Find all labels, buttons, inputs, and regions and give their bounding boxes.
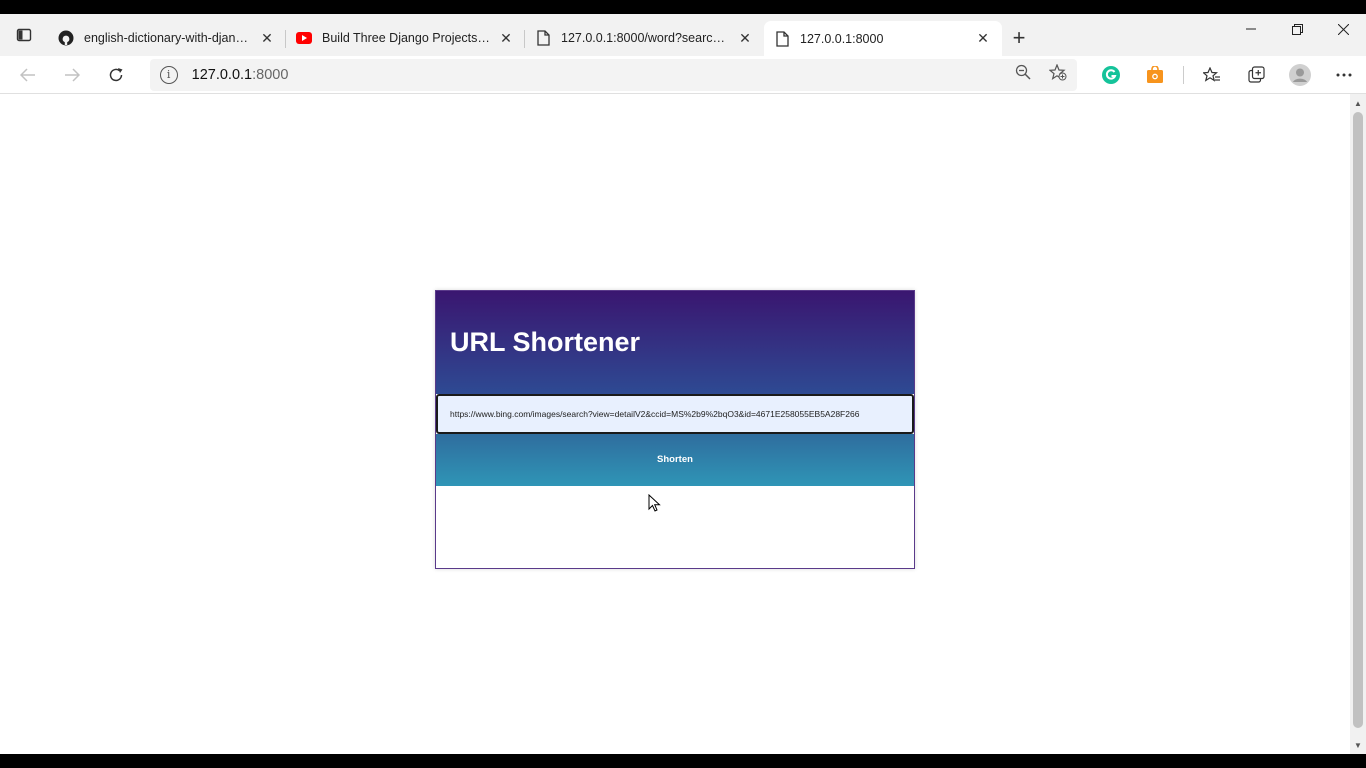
mouse-cursor-icon <box>648 494 661 512</box>
close-tab-icon[interactable]: ✕ <box>974 30 992 47</box>
back-button[interactable] <box>6 59 50 91</box>
tab-github[interactable]: english-dictionary-with-django/c ✕ <box>48 21 286 55</box>
back-arrow-icon <box>19 67 35 82</box>
url-port: :8000 <box>252 66 289 83</box>
browser-window: english-dictionary-with-django/c ✕ Build… <box>0 14 1366 754</box>
favorites-icon <box>1203 66 1220 82</box>
address-url[interactable]: 127.0.0.1:8000 <box>192 67 289 83</box>
page-content: URL Shortener Shorten <box>0 94 1350 754</box>
shopping-extension-button[interactable] <box>1133 59 1177 91</box>
scroll-up-icon[interactable]: ▲ <box>1350 96 1366 110</box>
close-window-button[interactable] <box>1320 14 1366 44</box>
page-icon <box>535 30 551 46</box>
shorten-button[interactable]: Shorten <box>436 434 914 486</box>
youtube-icon <box>296 30 312 46</box>
refresh-button[interactable] <box>94 59 138 91</box>
restore-icon <box>1291 23 1303 35</box>
add-favorite-icon[interactable] <box>1048 62 1067 86</box>
tab-active-home[interactable]: 127.0.0.1:8000 ✕ <box>764 21 1002 56</box>
favorites-button[interactable] <box>1190 59 1234 91</box>
tab-title: 127.0.0.1:8000/word?search=lov <box>561 31 730 45</box>
avatar-icon <box>1289 63 1311 86</box>
minimize-button[interactable] <box>1228 14 1274 44</box>
settings-menu-button[interactable] <box>1322 59 1366 91</box>
tab-actions-button[interactable] <box>0 14 48 56</box>
minimize-icon <box>1246 28 1256 30</box>
close-tab-icon[interactable]: ✕ <box>736 30 754 47</box>
profile-button[interactable] <box>1278 59 1322 91</box>
toolbar-divider <box>1183 65 1184 84</box>
forward-arrow-icon <box>64 67 80 82</box>
page-icon <box>774 30 790 47</box>
close-tab-icon[interactable]: ✕ <box>497 30 515 47</box>
tab-youtube[interactable]: Build Three Django Projects - Py ✕ <box>286 21 525 55</box>
zoom-out-icon[interactable] <box>1015 64 1031 85</box>
grammarly-icon <box>1102 65 1120 84</box>
navigation-bar: i 127.0.0.1:8000 <box>0 56 1366 94</box>
tab-word-search[interactable]: 127.0.0.1:8000/word?search=lov ✕ <box>525 21 764 55</box>
window-controls <box>1228 14 1366 48</box>
site-info-icon[interactable]: i <box>159 65 178 84</box>
tab-title: Build Three Django Projects - Py <box>322 31 491 45</box>
plus-icon: + <box>1012 25 1026 50</box>
card-header: URL Shortener <box>436 291 914 394</box>
close-tab-icon[interactable]: ✕ <box>258 30 276 47</box>
vertical-scrollbar[interactable]: ▲ ▼ <box>1350 94 1366 754</box>
more-horizontal-icon <box>1336 73 1352 76</box>
tab-title: english-dictionary-with-django/c <box>84 31 252 45</box>
address-bar-actions <box>1015 62 1067 86</box>
restore-button[interactable] <box>1274 14 1320 44</box>
github-icon <box>58 30 74 46</box>
tab-title: 127.0.0.1:8000 <box>800 31 884 46</box>
page-title: URL Shortener <box>450 327 641 357</box>
url-input[interactable] <box>436 394 914 434</box>
forward-button[interactable] <box>50 59 94 91</box>
address-bar[interactable]: i 127.0.0.1:8000 <box>149 58 1077 91</box>
shopping-bag-icon <box>1147 66 1163 83</box>
tab-strip: english-dictionary-with-django/c ✕ Build… <box>0 14 1366 56</box>
refresh-icon <box>109 67 123 81</box>
collections-icon <box>1247 66 1265 83</box>
scrollbar-thumb[interactable] <box>1353 112 1363 728</box>
new-tab-button[interactable]: + <box>1002 21 1036 55</box>
grammarly-extension-button[interactable] <box>1089 59 1133 91</box>
close-icon <box>1337 23 1349 35</box>
tab-actions-icon <box>16 28 32 42</box>
url-shortener-card: URL Shortener Shorten <box>435 290 915 569</box>
url-host: 127.0.0.1 <box>191 66 253 83</box>
toolbar-extensions <box>1089 59 1366 91</box>
scroll-down-icon[interactable]: ▼ <box>1350 738 1366 752</box>
collections-button[interactable] <box>1234 59 1278 91</box>
